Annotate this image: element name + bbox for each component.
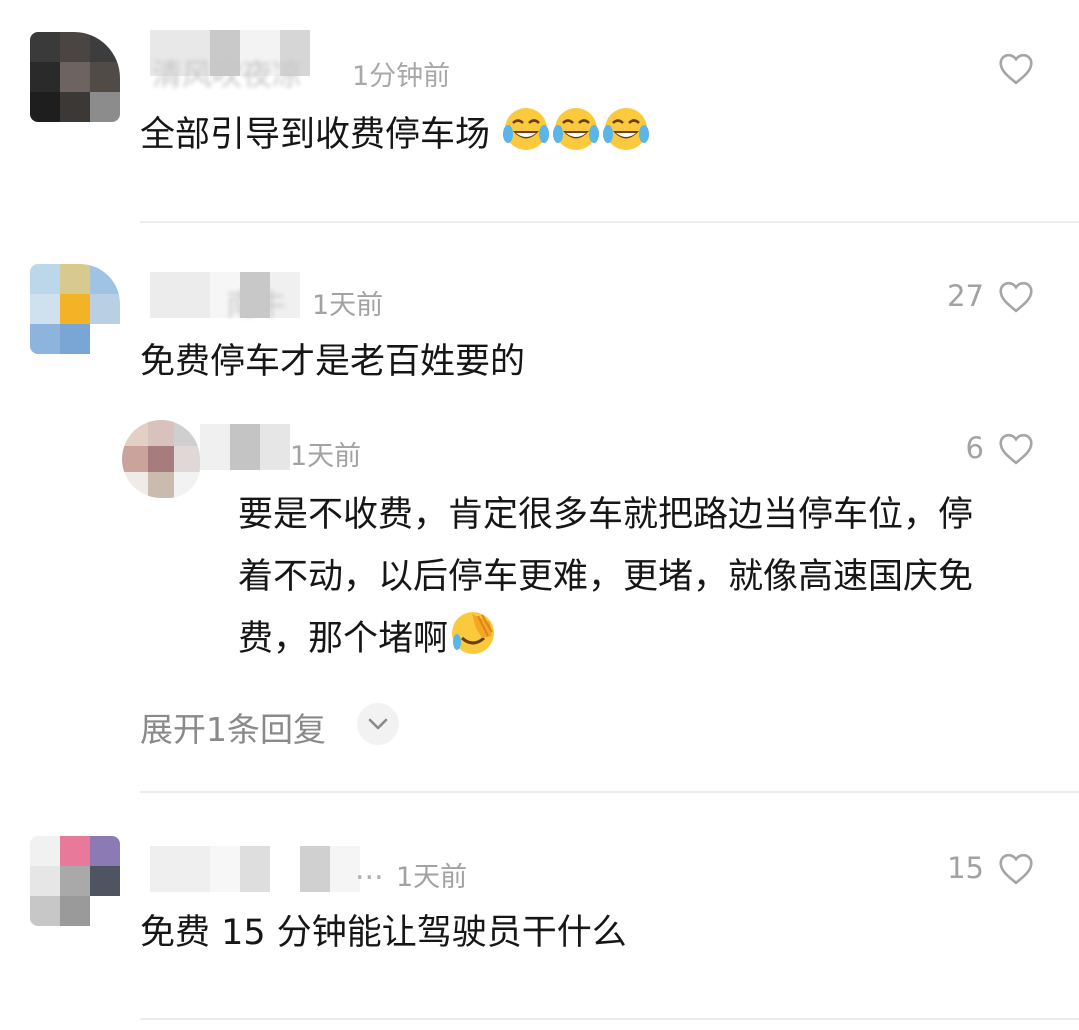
username[interactable]: ... <box>355 852 384 887</box>
crying-facepalm-emoji <box>452 612 495 654</box>
expand-chevron[interactable] <box>357 703 399 745</box>
comment-text: 免费停车才是老百姓要的 <box>140 342 526 382</box>
username[interactable]: 清风吹夜凉 <box>152 50 302 94</box>
tears-of-joy-emoji <box>503 108 550 150</box>
username-blurred[interactable] <box>120 846 360 892</box>
heart-icon[interactable] <box>998 53 1034 85</box>
avatar[interactable] <box>30 264 120 354</box>
heart-icon[interactable] <box>998 853 1034 885</box>
timestamp: 1天前 <box>312 290 384 321</box>
avatar[interactable] <box>30 836 120 926</box>
chevron-down-icon <box>368 718 388 730</box>
divider <box>140 1018 1079 1020</box>
like-count: 15 <box>947 851 984 885</box>
timestamp: 1分钟前 <box>352 61 451 92</box>
timestamp: 1天前 <box>396 862 468 893</box>
divider <box>140 221 1079 223</box>
username-blurred[interactable] <box>200 424 290 470</box>
divider <box>140 791 1079 793</box>
reply-text: 要是不收费，肯定很多车就把路边当停车位，停着不动，以后停车更难，更堵，就像高速国… <box>238 484 978 670</box>
like-count: 27 <box>947 279 984 313</box>
avatar[interactable] <box>122 420 200 498</box>
username[interactable]: 南牛 <box>226 280 286 324</box>
comment-text: 免费 15 分钟能让驾驶员干什么 <box>140 913 627 953</box>
reply-body: 要是不收费，肯定很多车就把路边当停车位，停着不动，以后停车更难，更堵，就像高速国… <box>238 495 974 659</box>
tears-of-joy-emoji <box>603 108 650 150</box>
comment-body: 全部引导到收费停车场 <box>140 115 491 155</box>
heart-icon[interactable] <box>998 281 1034 313</box>
avatar[interactable] <box>30 32 120 122</box>
expand-replies-button[interactable]: 展开1条回复 <box>140 703 326 751</box>
heart-icon[interactable] <box>998 433 1034 465</box>
like-count: 6 <box>965 431 984 465</box>
tears-of-joy-emoji <box>553 108 600 150</box>
comment-text: 全部引导到收费停车场 <box>140 104 651 166</box>
timestamp: 1天前 <box>290 441 362 472</box>
